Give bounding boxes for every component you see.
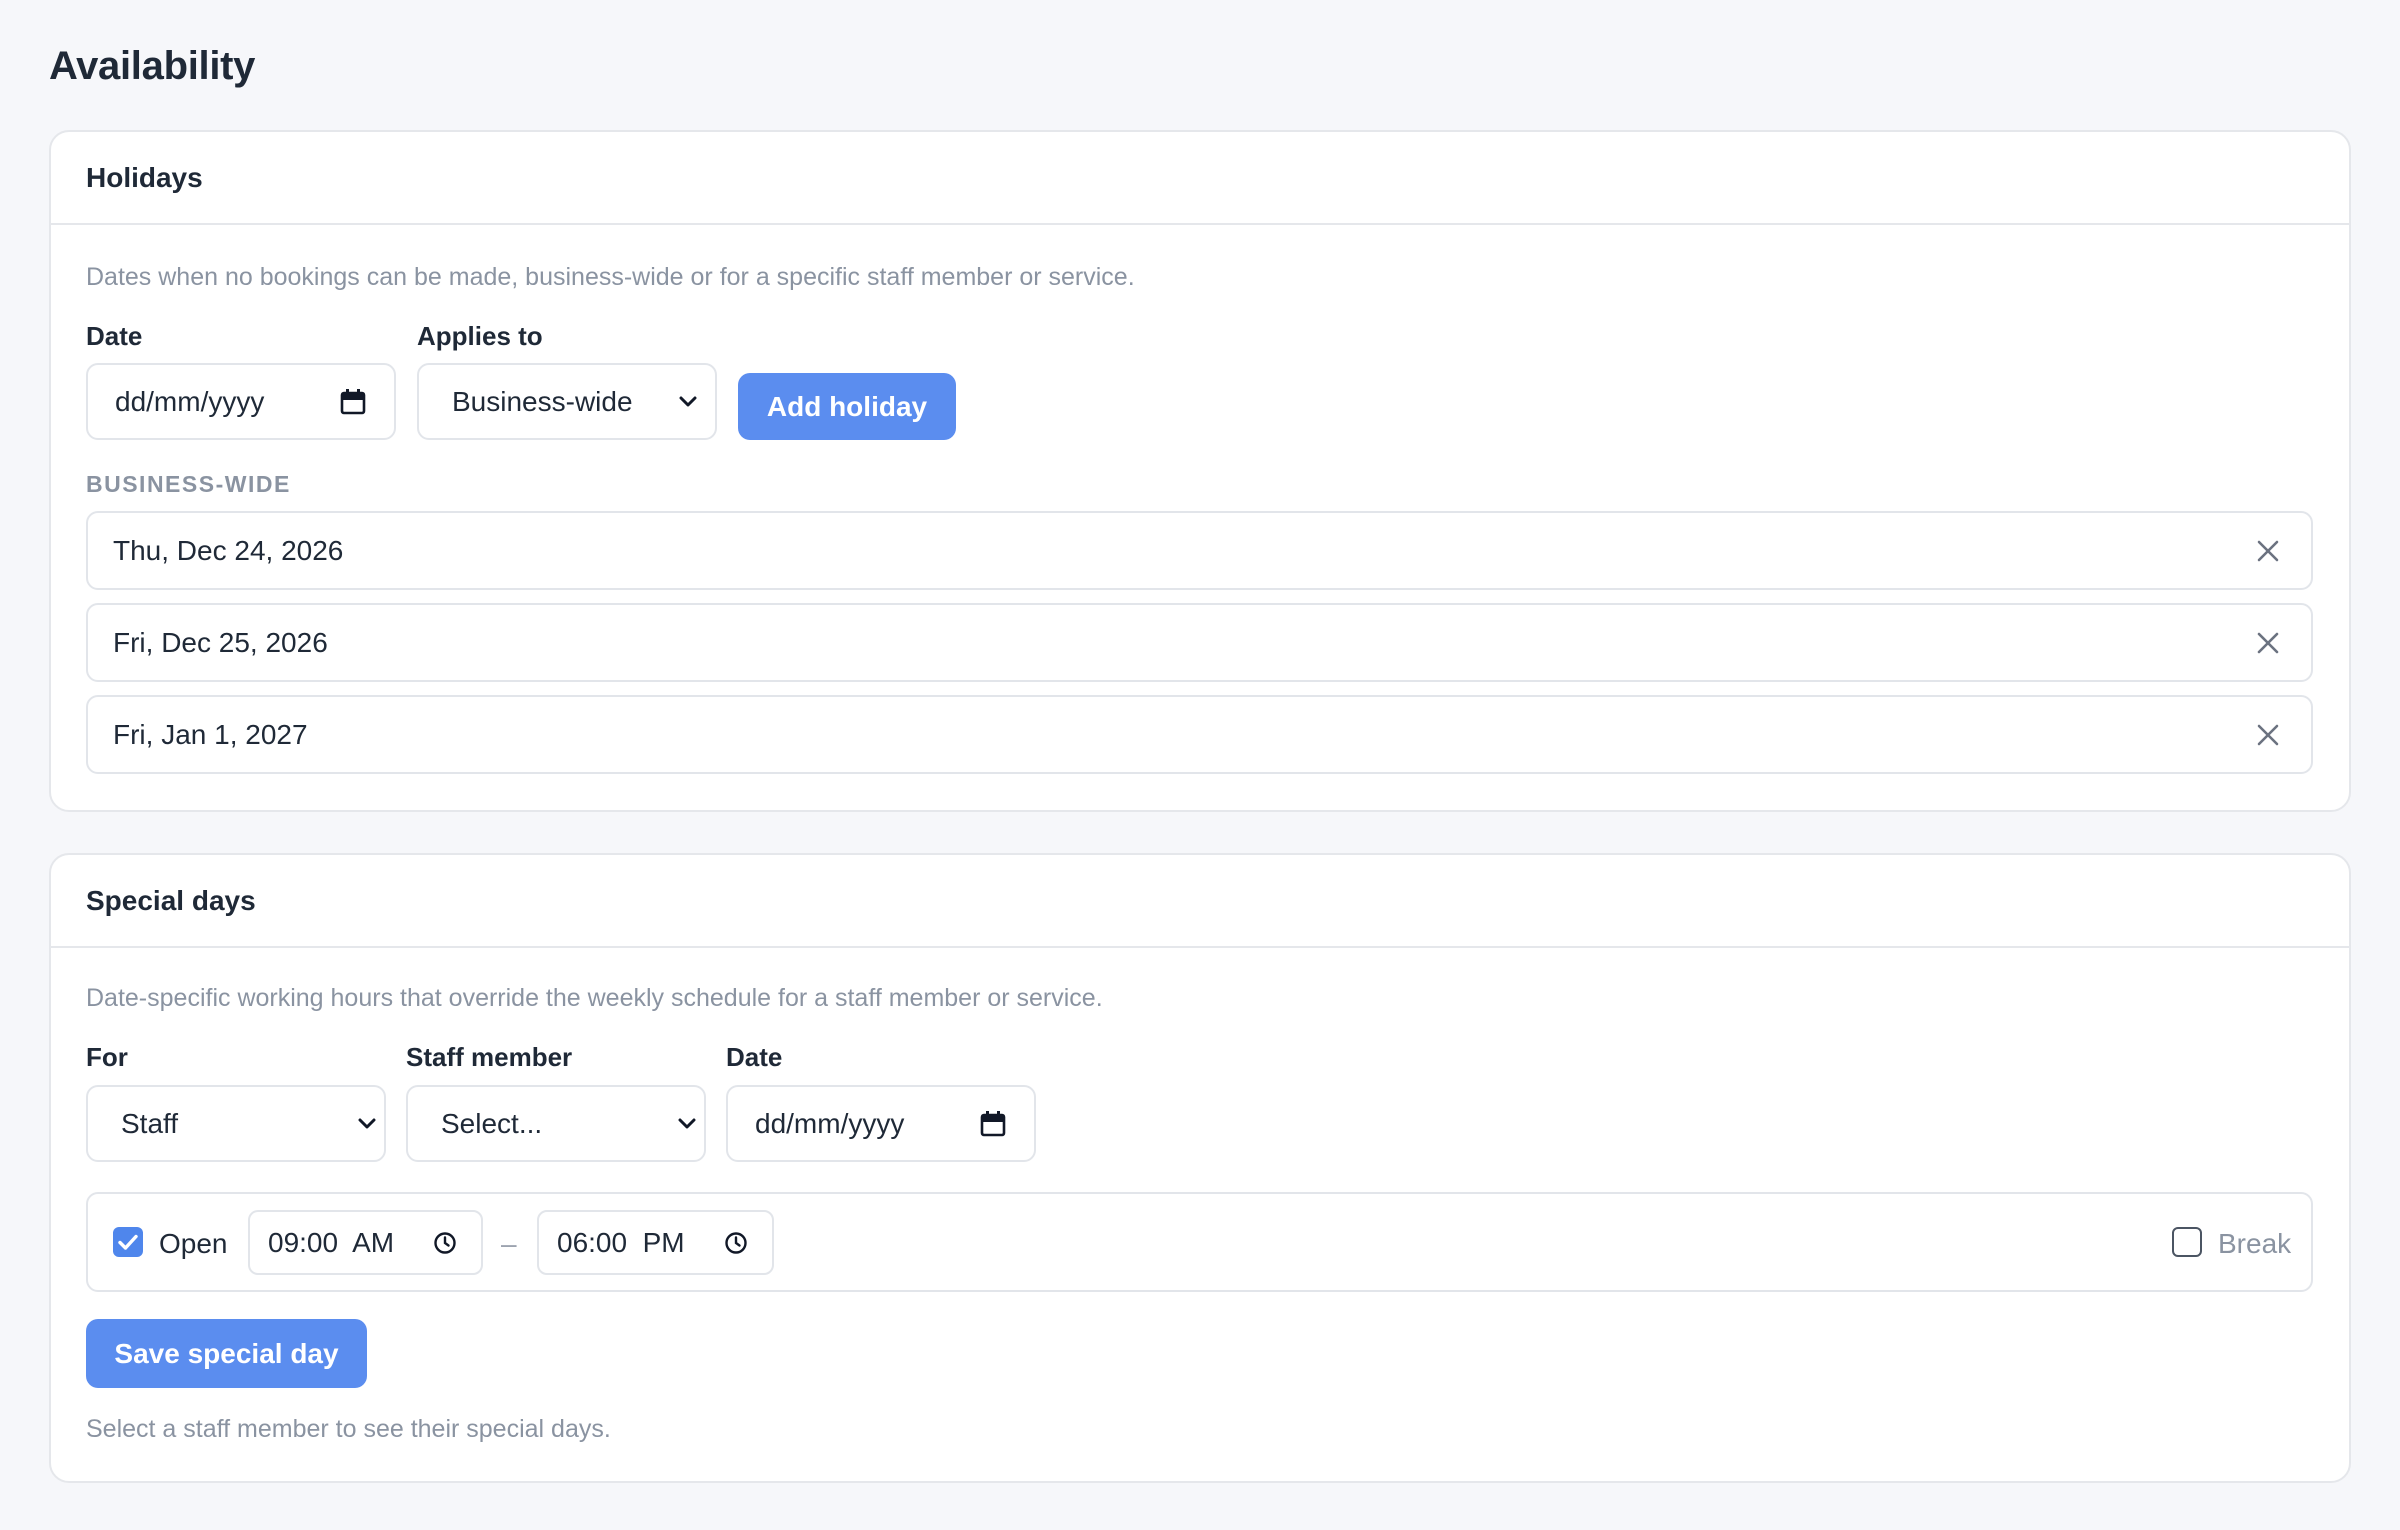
close-icon[interactable] — [2255, 630, 2281, 656]
applies-to-select[interactable]: Business-wide — [417, 363, 717, 440]
chevron-down-icon — [358, 1118, 376, 1128]
holiday-item: Fri, Dec 25, 2026 — [86, 603, 2313, 682]
holiday-date-label: Date — [86, 321, 143, 351]
special-date-label: Date — [726, 1042, 783, 1072]
holiday-item: Fri, Jan 1, 2027 — [86, 695, 2313, 774]
calendar-icon[interactable] — [340, 388, 366, 416]
holiday-applies-label: Applies to — [417, 321, 543, 351]
holiday-date-placeholder: dd/mm/yyyy — [115, 385, 265, 417]
applies-to-value: Business-wide — [452, 385, 633, 417]
special-days-card-header: Special days — [51, 855, 2349, 948]
page-title: Availability — [49, 44, 256, 88]
special-days-title: Special days — [86, 884, 256, 916]
staff-member-value: Select... — [441, 1107, 543, 1139]
special-date-input[interactable]: dd/mm/yyyy — [726, 1085, 1036, 1162]
close-icon[interactable] — [2255, 722, 2281, 748]
holidays-title: Holidays — [86, 161, 203, 193]
break-label: Break — [2218, 1228, 2292, 1259]
open-label: Open — [159, 1228, 228, 1259]
holiday-item-date: Fri, Jan 1, 2027 — [113, 718, 308, 750]
add-holiday-button[interactable]: Add holiday — [738, 373, 956, 440]
close-icon[interactable] — [2255, 538, 2281, 564]
time-separator: – — [501, 1228, 517, 1259]
holidays-card-header: Holidays — [51, 132, 2349, 225]
business-wide-group-label: BUSINESS-WIDE — [86, 471, 291, 497]
open-checkbox[interactable] — [113, 1227, 143, 1257]
clock-icon[interactable] — [724, 1231, 748, 1255]
holiday-item-date: Fri, Dec 25, 2026 — [113, 626, 328, 658]
chevron-down-icon — [679, 396, 697, 406]
start-time-input[interactable]: 09:00 AM — [248, 1210, 483, 1275]
calendar-icon[interactable] — [980, 1110, 1006, 1138]
holiday-item-date: Thu, Dec 24, 2026 — [113, 534, 344, 566]
special-days-footnote: Select a staff member to see their speci… — [86, 1415, 611, 1443]
holidays-card: Holidays Dates when no bookings can be m… — [49, 130, 2351, 812]
for-value: Staff — [121, 1107, 179, 1139]
holiday-date-input[interactable]: dd/mm/yyyy — [86, 363, 396, 440]
staff-member-label: Staff member — [406, 1042, 573, 1072]
save-special-day-button[interactable]: Save special day — [86, 1319, 367, 1388]
hours-row: Open 09:00 AM – 06:00 PM Break — [86, 1192, 2313, 1292]
special-days-card: Special days Date-specific working hours… — [49, 853, 2351, 1483]
end-time-value: 06:00 PM — [557, 1226, 685, 1258]
end-time-input[interactable]: 06:00 PM — [537, 1210, 774, 1275]
special-days-description: Date-specific working hours that overrid… — [86, 984, 1103, 1012]
staff-member-select[interactable]: Select... — [406, 1085, 706, 1162]
special-date-placeholder: dd/mm/yyyy — [755, 1107, 905, 1139]
clock-icon[interactable] — [433, 1231, 457, 1255]
start-time-value: 09:00 AM — [268, 1226, 395, 1258]
break-checkbox[interactable] — [2172, 1227, 2202, 1257]
chevron-down-icon — [678, 1118, 696, 1128]
holiday-item: Thu, Dec 24, 2026 — [86, 511, 2313, 590]
holidays-description: Dates when no bookings can be made, busi… — [86, 263, 1135, 291]
for-select[interactable]: Staff — [86, 1085, 386, 1162]
for-label: For — [86, 1042, 128, 1072]
checkmark-icon — [118, 1234, 138, 1250]
